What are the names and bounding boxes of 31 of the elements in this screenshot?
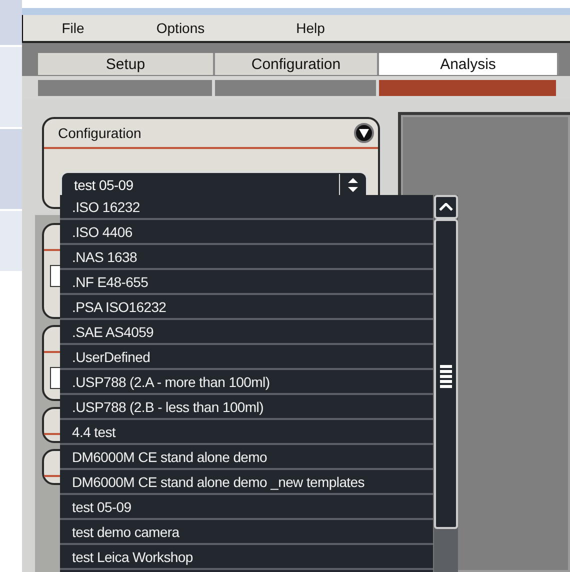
dropdown-option[interactable]: .USP788 (2.A - more than 100ml) (60, 370, 433, 395)
dropdown-option[interactable]: .SAE AS4059 (60, 320, 433, 345)
scroll-up-button[interactable] (434, 195, 458, 219)
scrollbar[interactable] (433, 195, 458, 572)
menu-item[interactable]: File (23, 20, 123, 36)
dropdown-option[interactable]: test 05-09 (60, 495, 433, 520)
dropdown-option[interactable]: .NAS 1638 (60, 245, 433, 270)
tab[interactable]: Setup (38, 53, 215, 75)
menu-item[interactable]: Options (123, 20, 238, 36)
dropdown-option[interactable]: test demo camera (60, 520, 433, 545)
dropdown-option[interactable]: .ISO 16232 (60, 195, 433, 220)
dropdown-option[interactable]: .PSA ISO16232 (60, 295, 433, 320)
dropdown-option[interactable]: DM6000M CE stand alone demo (60, 445, 433, 470)
dropdown-option[interactable]: .ISO 4406 (60, 220, 433, 245)
chevron-up-icon (439, 203, 453, 211)
up-down-arrow-icon (348, 178, 358, 192)
configuration-select[interactable]: test 05-09 (60, 171, 368, 197)
dropdown-option[interactable]: test Leica Workshop (60, 545, 433, 570)
tab[interactable]: Analysis (379, 53, 559, 75)
dropdown-option[interactable]: 4.4 test (60, 420, 433, 445)
tab[interactable]: Configuration (215, 53, 379, 75)
scroll-thumb[interactable] (434, 219, 458, 529)
menu-item[interactable]: Help (238, 20, 383, 36)
grip-lines-icon (440, 365, 452, 391)
triangle-down-icon (359, 128, 369, 138)
dropdown-option[interactable]: DM6000M CE stand alone demo _new templates (60, 470, 433, 495)
expand-button[interactable] (354, 123, 374, 143)
dropdown-option[interactable]: .USP788 (2.B - less than 100ml) (60, 395, 433, 420)
dropdown-option[interactable]: .UserDefined (60, 345, 433, 370)
dropdown-option[interactable]: .NF E48-655 (60, 270, 433, 295)
panel-title: Configuration (58, 125, 142, 141)
